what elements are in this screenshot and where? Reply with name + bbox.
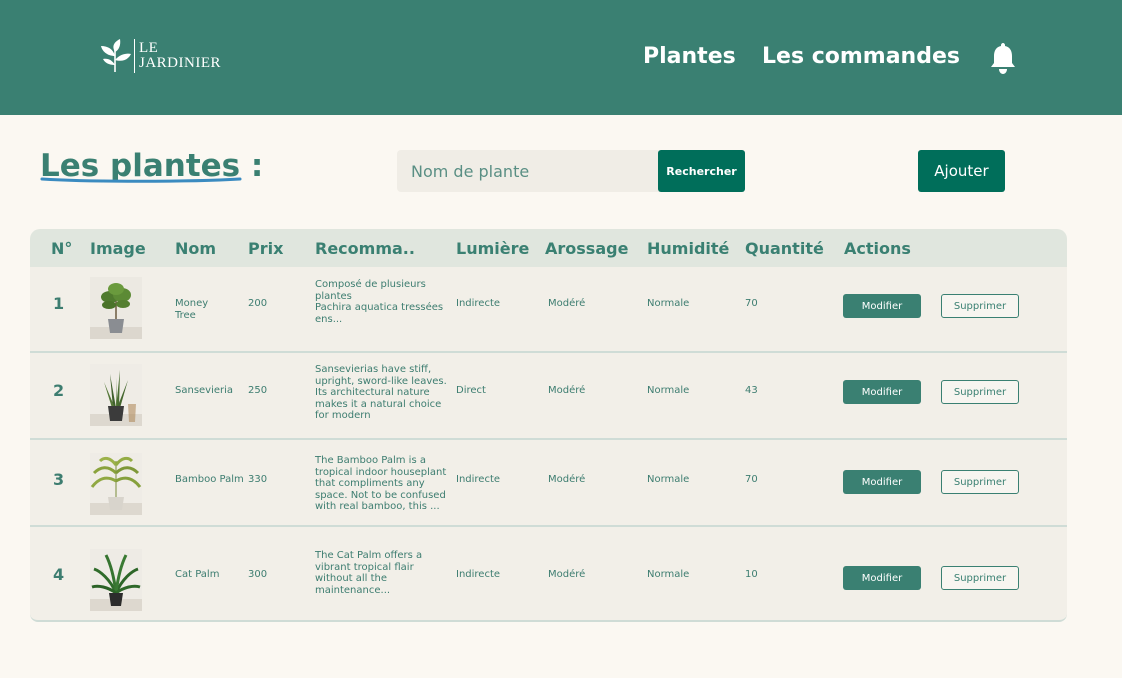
plant-watering: Modéré bbox=[548, 385, 586, 396]
bell-icon[interactable] bbox=[988, 41, 1018, 75]
cat-palm-plant-image bbox=[90, 549, 142, 611]
search-button[interactable]: Rechercher bbox=[658, 150, 745, 192]
delete-button[interactable]: Supprimer bbox=[941, 566, 1019, 590]
plant-watering: Modéré bbox=[548, 569, 586, 580]
search-box bbox=[397, 150, 659, 192]
delete-button[interactable]: Supprimer bbox=[941, 294, 1019, 318]
app-header: LE JARDINIER Plantes Les commandes bbox=[0, 0, 1122, 115]
plant-recommendation: Composé de plusieurs plantes Pachira aqu… bbox=[315, 279, 444, 325]
plant-quantity: 70 bbox=[745, 298, 758, 309]
logo-line-1: LE bbox=[139, 40, 159, 56]
row-number: 1 bbox=[53, 294, 65, 313]
plant-light: Indirecte bbox=[456, 474, 501, 485]
plant-name: Bamboo Palm bbox=[175, 474, 244, 485]
nav-plantes[interactable]: Plantes bbox=[643, 44, 736, 69]
plant-price: 200 bbox=[248, 298, 268, 309]
modify-button[interactable]: Modifier bbox=[843, 470, 921, 494]
delete-button[interactable]: Supprimer bbox=[941, 380, 1019, 404]
col-humidite: Humidité bbox=[647, 239, 730, 258]
plant-name: Sansevieria bbox=[175, 385, 234, 396]
plant-quantity: 10 bbox=[745, 569, 758, 580]
col-lumiere: Lumière bbox=[456, 239, 530, 258]
col-nom: Nom bbox=[175, 239, 217, 258]
plant-humidity: Normale bbox=[647, 385, 690, 396]
logo-text: LE JARDINIER bbox=[139, 41, 221, 71]
col-prix: Prix bbox=[248, 239, 284, 258]
modify-button[interactable]: Modifier bbox=[843, 380, 921, 404]
table-row: 3 Bamboo Palm 330 The Bamboo Palm is a t… bbox=[30, 440, 1067, 527]
plant-light: Indirecte bbox=[456, 298, 501, 309]
plant-light: Indirecte bbox=[456, 569, 501, 580]
money-tree-plant-image bbox=[90, 277, 142, 339]
plant-humidity: Normale bbox=[647, 474, 690, 485]
row-number: 2 bbox=[53, 381, 65, 400]
plant-watering: Modéré bbox=[548, 474, 586, 485]
sansevieria-plant-image bbox=[90, 364, 142, 426]
col-image: Image bbox=[90, 239, 146, 258]
add-plant-button[interactable]: Ajouter bbox=[918, 150, 1005, 192]
plant-watering: Modéré bbox=[548, 298, 586, 309]
logo-line-2: JARDINIER bbox=[139, 55, 221, 71]
col-recommandation: Recomma.. bbox=[315, 239, 415, 258]
modify-button[interactable]: Modifier bbox=[843, 294, 921, 318]
table-row: 1 Money Tree 200 Composé de plusieurs pl… bbox=[30, 267, 1067, 353]
plant-humidity: Normale bbox=[647, 569, 690, 580]
search-input[interactable] bbox=[397, 150, 659, 192]
row-number: 4 bbox=[53, 565, 65, 584]
col-actions: Actions bbox=[844, 239, 911, 258]
table-header: N° Image Nom Prix Recomma.. Lumière Aros… bbox=[30, 229, 1067, 267]
plant-name: Cat Palm bbox=[175, 569, 220, 580]
col-quantite: Quantité bbox=[745, 239, 824, 258]
title-underline bbox=[40, 177, 242, 183]
bamboo-palm-plant-image bbox=[90, 453, 142, 515]
table-row: 4 Cat Palm 300 The Cat Palm offers a vib… bbox=[30, 527, 1067, 622]
table-row: 2 Sansevieria 250 Sansevierias have stif… bbox=[30, 353, 1067, 440]
delete-button[interactable]: Supprimer bbox=[941, 470, 1019, 494]
plant-recommendation: The Bamboo Palm is a tropical indoor hou… bbox=[315, 455, 447, 512]
modify-button[interactable]: Modifier bbox=[843, 566, 921, 590]
plant-price: 250 bbox=[248, 385, 268, 396]
plant-humidity: Normale bbox=[647, 298, 690, 309]
plant-light: Direct bbox=[456, 385, 486, 396]
plant-name: Money Tree bbox=[175, 298, 209, 321]
plant-quantity: 43 bbox=[745, 385, 758, 396]
logo-divider bbox=[134, 39, 135, 73]
plant-price: 330 bbox=[248, 474, 268, 485]
leaf-logo-icon bbox=[101, 39, 131, 72]
nav-commandes[interactable]: Les commandes bbox=[762, 44, 960, 69]
plant-recommendation: The Cat Palm offers a vibrant tropical f… bbox=[315, 550, 423, 596]
row-number: 3 bbox=[53, 470, 65, 489]
col-num: N° bbox=[51, 239, 73, 258]
plant-recommendation: Sansevierias have stiff, upright, sword-… bbox=[315, 364, 447, 421]
plant-price: 300 bbox=[248, 569, 268, 580]
col-arrosage: Arossage bbox=[545, 239, 629, 258]
plant-quantity: 70 bbox=[745, 474, 758, 485]
logo[interactable]: LE JARDINIER bbox=[98, 38, 221, 74]
